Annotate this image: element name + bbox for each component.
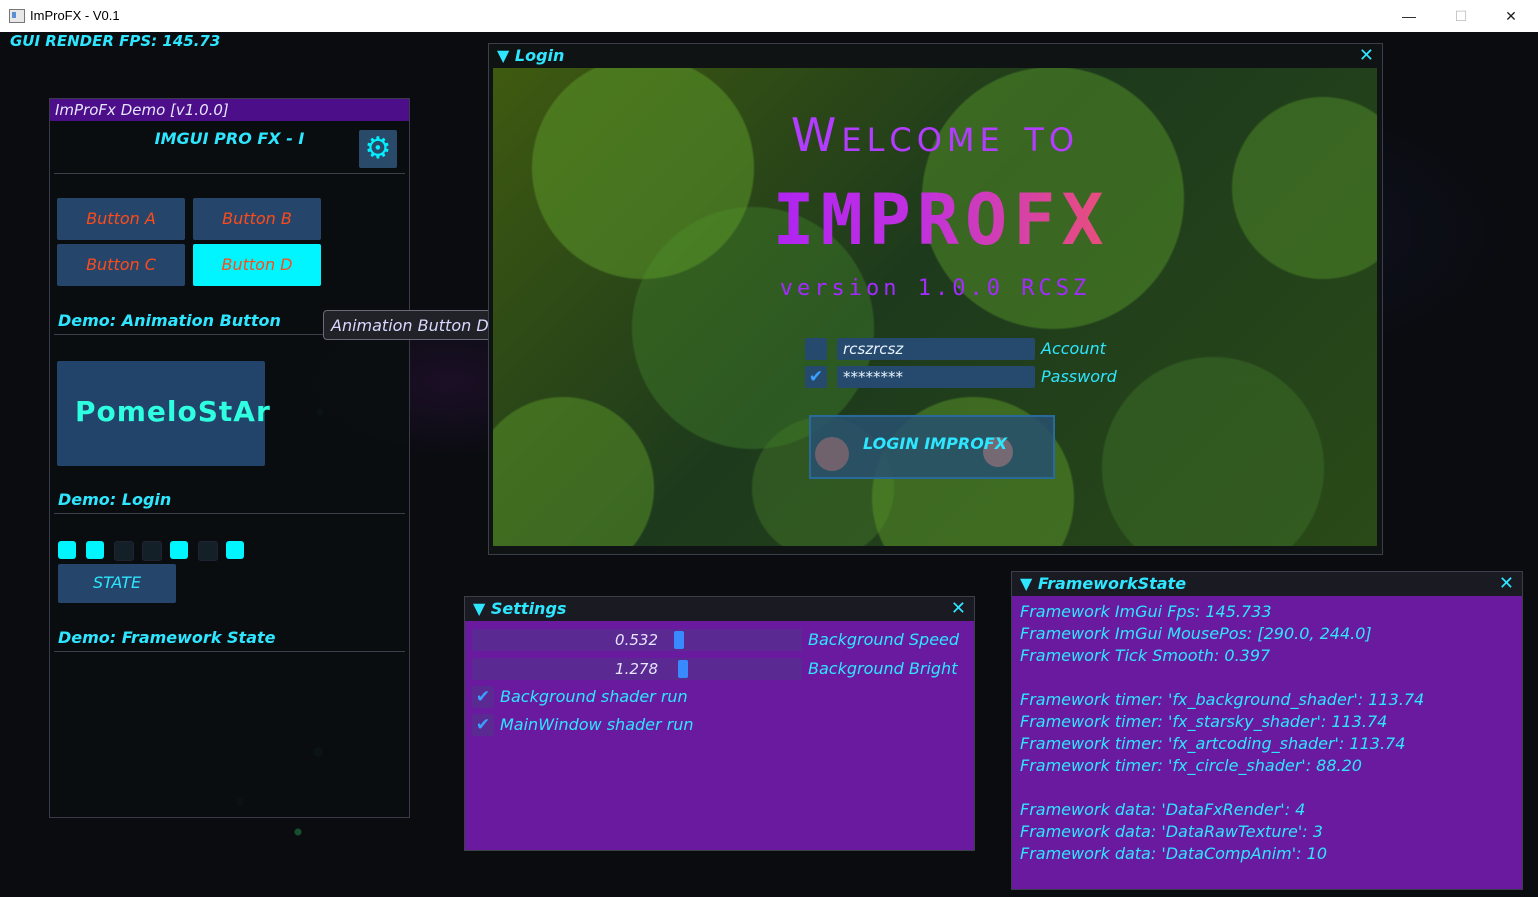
stat-line: Framework data: 'DataCompAnim': 10 bbox=[1020, 844, 1327, 863]
state-indicator bbox=[86, 541, 104, 559]
background-bright-slider[interactable]: 1.278 bbox=[472, 658, 802, 680]
app-icon bbox=[9, 9, 25, 23]
fps-counter: GUI RENDER FPS: 145.73 bbox=[10, 32, 221, 50]
state-button[interactable]: STATE bbox=[58, 564, 176, 603]
divider bbox=[54, 651, 405, 652]
collapse-arrow-icon[interactable]: ▼ bbox=[497, 46, 509, 65]
button-a[interactable]: Button A bbox=[57, 198, 185, 240]
checkbox-label: Background shader run bbox=[500, 687, 688, 706]
state-indicator bbox=[198, 541, 218, 561]
stat-line: Framework ImGui MousePos: [290.0, 244.0] bbox=[1020, 624, 1372, 643]
button-b[interactable]: Button B bbox=[193, 198, 321, 240]
pomelostar-logo: PomeloStAr bbox=[75, 395, 271, 428]
animation-logo-button[interactable]: PomeloStAr bbox=[57, 361, 270, 466]
minimize-button[interactable]: — bbox=[1386, 0, 1432, 32]
section-animation-button: Demo: Animation Button bbox=[58, 311, 281, 330]
divider bbox=[54, 513, 405, 514]
slider-grab[interactable] bbox=[674, 631, 684, 649]
state-indicator bbox=[58, 541, 76, 559]
password-label: Password bbox=[1041, 367, 1117, 386]
demo-window-title[interactable]: ImProFx Demo [v1.0.0] bbox=[50, 99, 409, 121]
close-icon[interactable]: ✕ bbox=[1359, 44, 1374, 68]
demo-subtitle: IMGUI PRO FX - I bbox=[154, 129, 305, 148]
settings-window-header[interactable]: ▼ Settings ✕ bbox=[465, 597, 974, 621]
login-canvas: Welcome to IMPROFX version 1.0.0 RCSZ rc… bbox=[493, 68, 1377, 546]
state-indicator bbox=[142, 541, 162, 561]
close-icon[interactable]: ✕ bbox=[951, 597, 966, 621]
close-icon[interactable]: ✕ bbox=[1499, 572, 1514, 596]
check-icon: ✔ bbox=[475, 687, 491, 707]
section-login: Demo: Login bbox=[58, 490, 172, 509]
stat-line: Framework data: 'DataFxRender': 4 bbox=[1020, 800, 1306, 819]
mainwindow-shader-checkbox[interactable]: ✔ bbox=[472, 714, 494, 736]
demo-window[interactable]: ImProFx Demo [v1.0.0] IMGUI PRO FX - I ⚙… bbox=[49, 98, 410, 818]
login-window-header[interactable]: ▼ Login ✕ bbox=[489, 44, 1382, 68]
settings-window-title: Settings bbox=[490, 599, 567, 618]
stat-line: Framework timer: 'fx_background_shader':… bbox=[1020, 690, 1425, 709]
section-framework-state: Demo: Framework State bbox=[58, 628, 276, 647]
button-c[interactable]: Button C bbox=[57, 244, 185, 286]
stat-line: Framework data: 'DataRawTexture': 3 bbox=[1020, 822, 1323, 841]
stat-line: Framework ImGui Fps: 145.733 bbox=[1020, 602, 1272, 621]
background-shader-checkbox[interactable]: ✔ bbox=[472, 686, 494, 708]
framework-state-window[interactable]: ▼ FrameworkState ✕ Framework ImGui Fps: … bbox=[1011, 571, 1523, 890]
settings-button[interactable]: ⚙ bbox=[359, 130, 397, 168]
version-text: version 1.0.0 RCSZ bbox=[779, 276, 1091, 301]
button-d[interactable]: Button D bbox=[193, 244, 321, 286]
collapse-arrow-icon[interactable]: ▼ bbox=[473, 599, 485, 618]
login-button[interactable]: LOGIN IMPROFX bbox=[809, 415, 1055, 479]
brand-logo: IMPROFX bbox=[663, 182, 1219, 258]
collapse-arrow-icon[interactable]: ▼ bbox=[1020, 574, 1032, 593]
slider-label: Background Speed bbox=[808, 630, 960, 649]
check-icon: ✔ bbox=[475, 715, 491, 735]
login-window-title: Login bbox=[514, 46, 565, 65]
slider-value: 1.278 bbox=[615, 660, 658, 678]
stat-line: Framework Tick Smooth: 0.397 bbox=[1020, 646, 1271, 665]
settings-window[interactable]: ▼ Settings ✕ 0.532 Background Speed 1.27… bbox=[464, 596, 975, 851]
maximize-button[interactable]: ☐ bbox=[1438, 0, 1484, 32]
stat-line: Framework timer: 'fx_circle_shader': 88.… bbox=[1020, 756, 1362, 775]
check-icon: ✔ bbox=[808, 367, 824, 387]
slider-label: Background Bright bbox=[808, 659, 958, 678]
slider-value: 0.532 bbox=[615, 631, 658, 649]
password-checkbox[interactable]: ✔ bbox=[805, 366, 827, 388]
state-indicator bbox=[226, 541, 244, 559]
os-titlebar: ImProFX - V0.1 — ☐ ✕ bbox=[0, 0, 1538, 33]
welcome-text: Welcome to bbox=[790, 108, 1080, 162]
framework-window-header[interactable]: ▼ FrameworkState ✕ bbox=[1012, 572, 1522, 596]
login-window[interactable]: ▼ Login ✕ Welcome to IMPROFX version 1.0… bbox=[488, 43, 1383, 555]
account-label: Account bbox=[1041, 339, 1106, 358]
password-field[interactable]: ******** bbox=[837, 366, 1035, 388]
account-checkbox[interactable] bbox=[805, 338, 827, 360]
divider bbox=[54, 173, 405, 174]
framework-window-title: FrameworkState bbox=[1037, 574, 1187, 593]
state-indicator bbox=[114, 541, 134, 561]
close-button[interactable]: ✕ bbox=[1488, 0, 1534, 32]
state-indicator bbox=[170, 541, 188, 559]
gear-icon: ⚙ bbox=[364, 131, 392, 166]
window-title: ImProFX - V0.1 bbox=[30, 8, 120, 23]
stat-line: Framework timer: 'fx_starsky_shader': 11… bbox=[1020, 712, 1388, 731]
background-speed-slider[interactable]: 0.532 bbox=[472, 629, 802, 651]
slider-grab[interactable] bbox=[678, 660, 688, 678]
login-button-label: LOGIN IMPROFX bbox=[863, 434, 1008, 453]
decorative-bubble bbox=[815, 437, 849, 471]
account-field[interactable]: rcszrcsz bbox=[837, 338, 1035, 360]
stat-line: Framework timer: 'fx_artcoding_shader': … bbox=[1020, 734, 1406, 753]
checkbox-label: MainWindow shader run bbox=[500, 715, 694, 734]
